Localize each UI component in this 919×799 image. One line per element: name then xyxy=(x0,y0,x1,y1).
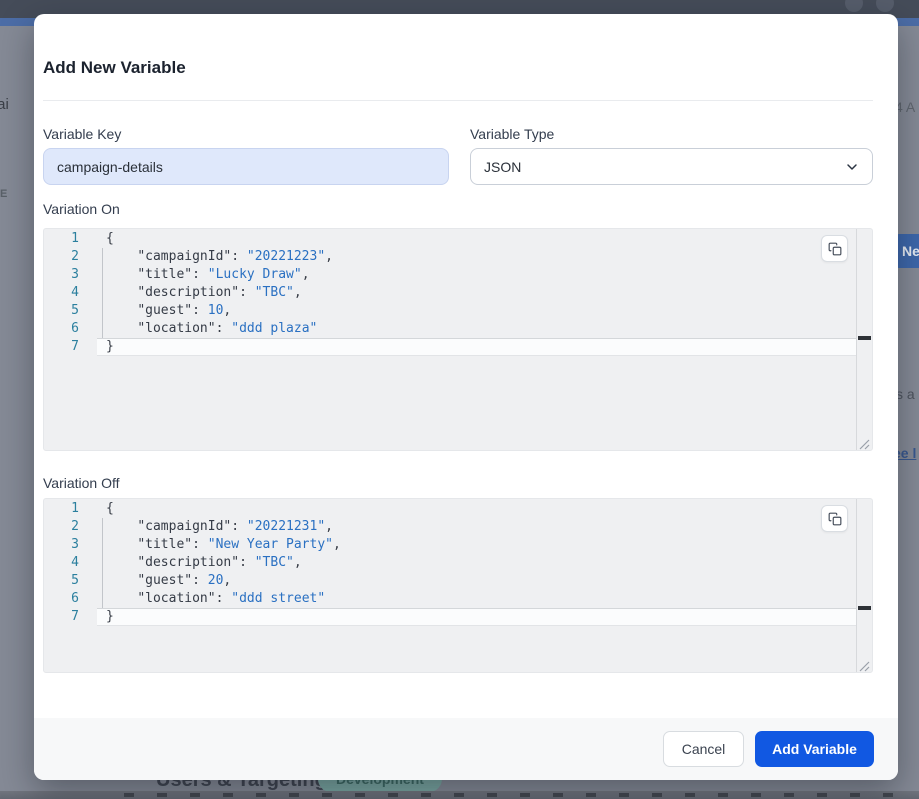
background-table-row xyxy=(0,791,919,799)
code-line: 5 "guest": 20, xyxy=(44,572,872,590)
code-line: 3 "title": "Lucky Draw", xyxy=(44,266,872,284)
copy-button[interactable] xyxy=(821,505,848,532)
variable-type-select[interactable]: JSON xyxy=(470,148,873,185)
code-line: 5 "guest": 10, xyxy=(44,302,872,320)
resize-handle[interactable] xyxy=(859,437,870,448)
resize-handle[interactable] xyxy=(859,659,870,670)
indent-guide xyxy=(102,518,103,608)
code-line: 3 "title": "New Year Party", xyxy=(44,536,872,554)
code-line: 7} xyxy=(44,338,872,356)
code-lines: 1{2 "campaignId": "20221223",3 "title": … xyxy=(44,229,872,356)
scrollbar-track xyxy=(856,499,857,672)
code-line: 7} xyxy=(44,608,872,626)
add-variable-modal: Add New Variable Variable Key Variable T… xyxy=(34,14,898,780)
variation-off-label: Variation Off xyxy=(43,475,873,494)
code-line: 6 "location": "ddd street" xyxy=(44,590,872,608)
code-line: 2 "campaignId": "20221223", xyxy=(44,248,872,266)
background-new-button-fragment: Ne xyxy=(895,234,919,268)
code-lines: 1{2 "campaignId": "20221231",3 "title": … xyxy=(44,499,872,626)
variation-on-label: Variation On xyxy=(43,201,873,220)
scrollbar-track xyxy=(856,229,857,450)
copy-button[interactable] xyxy=(821,235,848,262)
divider xyxy=(43,100,873,101)
variable-type-value: JSON xyxy=(484,159,521,175)
indent-guide xyxy=(102,248,103,338)
navbar-avatar-icon xyxy=(845,0,863,12)
copy-icon xyxy=(828,512,842,526)
code-line: 1{ xyxy=(44,230,872,248)
code-line: 6 "location": "ddd plaza" xyxy=(44,320,872,338)
chevron-down-icon xyxy=(844,159,860,178)
code-line: 4 "description": "TBC", xyxy=(44,554,872,572)
scrollbar-thumb[interactable] xyxy=(858,336,871,340)
code-line: 1{ xyxy=(44,500,872,518)
variation-on-code-editor[interactable]: 1{2 "campaignId": "20221223",3 "title": … xyxy=(43,228,873,451)
variable-type-label: Variable Type xyxy=(470,126,873,145)
modal-title: Add New Variable xyxy=(43,14,873,78)
variation-off-code-editor[interactable]: 1{2 "campaignId": "20221231",3 "title": … xyxy=(43,498,873,673)
background-label-fragment: E xyxy=(0,188,8,200)
background-page-title-fragment: tai xyxy=(0,96,9,113)
navbar-avatar-icon xyxy=(876,0,894,12)
code-line: 4 "description": "TBC", xyxy=(44,284,872,302)
modal-footer: Cancel Add Variable xyxy=(34,718,898,780)
scrollbar-thumb[interactable] xyxy=(858,606,871,610)
copy-icon xyxy=(828,242,842,256)
code-line: 2 "campaignId": "20221231", xyxy=(44,518,872,536)
background-date-fragment: 4 A xyxy=(895,99,915,115)
variable-key-label: Variable Key xyxy=(43,126,449,145)
add-variable-button[interactable]: Add Variable xyxy=(755,731,874,767)
variable-key-input[interactable] xyxy=(43,148,449,185)
background-text-fragment: s a xyxy=(896,386,915,402)
cancel-button[interactable]: Cancel xyxy=(663,731,744,767)
